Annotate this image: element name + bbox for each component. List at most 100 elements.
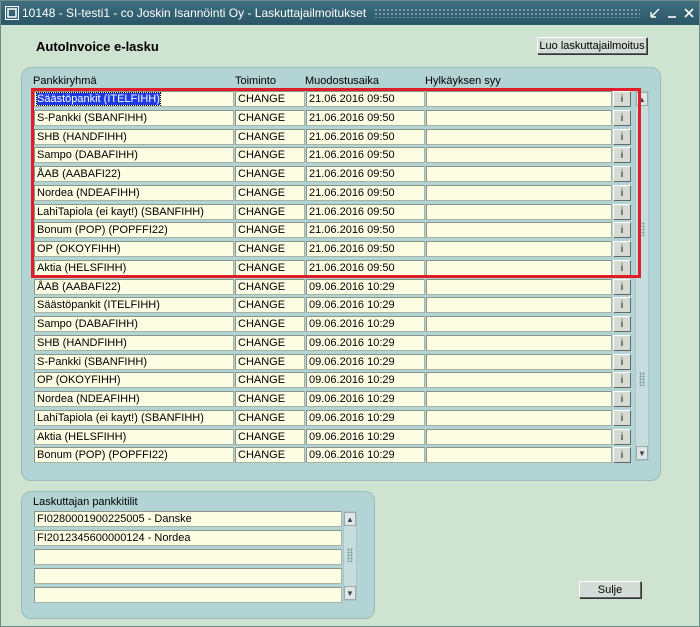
bank-cell[interactable]: ÅAB (AABAFI22) bbox=[34, 166, 234, 182]
info-button[interactable]: i bbox=[613, 429, 631, 445]
info-button[interactable]: i bbox=[613, 129, 631, 145]
account-row[interactable] bbox=[34, 568, 342, 584]
minimize-icon[interactable] bbox=[648, 6, 662, 20]
time-cell[interactable]: 21.06.2016 09:50 bbox=[306, 110, 425, 126]
time-cell[interactable]: 21.06.2016 09:50 bbox=[306, 204, 425, 220]
bank-cell[interactable]: ÅAB (AABAFI22) bbox=[34, 279, 234, 295]
time-cell[interactable]: 09.06.2016 10:29 bbox=[306, 447, 425, 463]
close-button[interactable]: Sulje bbox=[579, 581, 641, 598]
time-cell[interactable]: 21.06.2016 09:50 bbox=[306, 260, 425, 276]
info-button[interactable]: i bbox=[613, 241, 631, 257]
bank-cell[interactable]: OP (OKOYFIHH) bbox=[34, 241, 234, 257]
accounts-scroll-up-icon[interactable]: ▲ bbox=[344, 512, 356, 526]
reason-cell[interactable] bbox=[426, 391, 612, 407]
reason-cell[interactable] bbox=[426, 129, 612, 145]
info-button[interactable]: i bbox=[613, 91, 631, 107]
action-cell[interactable]: CHANGE bbox=[235, 354, 305, 370]
time-cell[interactable]: 21.06.2016 09:50 bbox=[306, 185, 425, 201]
action-cell[interactable]: CHANGE bbox=[235, 372, 305, 388]
info-button[interactable]: i bbox=[613, 410, 631, 426]
action-cell[interactable]: CHANGE bbox=[235, 166, 305, 182]
info-button[interactable]: i bbox=[613, 222, 631, 238]
bank-cell[interactable]: Bonum (POP) (POPFFI22) bbox=[34, 447, 234, 463]
reason-cell[interactable] bbox=[426, 241, 612, 257]
reason-cell[interactable] bbox=[426, 222, 612, 238]
info-button[interactable]: i bbox=[613, 204, 631, 220]
time-cell[interactable]: 09.06.2016 10:29 bbox=[306, 335, 425, 351]
action-cell[interactable]: CHANGE bbox=[235, 147, 305, 163]
accounts-scroll-grip[interactable] bbox=[347, 548, 353, 562]
accounts-scroll-down-icon[interactable]: ▼ bbox=[344, 586, 356, 600]
info-button[interactable]: i bbox=[613, 147, 631, 163]
action-cell[interactable]: CHANGE bbox=[235, 335, 305, 351]
reason-cell[interactable] bbox=[426, 429, 612, 445]
restore-icon[interactable] bbox=[665, 6, 679, 20]
bank-cell[interactable]: OP (OKOYFIHH) bbox=[34, 372, 234, 388]
close-icon[interactable] bbox=[682, 6, 696, 20]
reason-cell[interactable] bbox=[426, 260, 612, 276]
info-button[interactable]: i bbox=[613, 316, 631, 332]
action-cell[interactable]: CHANGE bbox=[235, 260, 305, 276]
time-cell[interactable]: 21.06.2016 09:50 bbox=[306, 129, 425, 145]
info-button[interactable]: i bbox=[613, 297, 631, 313]
time-cell[interactable]: 09.06.2016 10:29 bbox=[306, 354, 425, 370]
time-cell[interactable]: 21.06.2016 09:50 bbox=[306, 147, 425, 163]
bank-cell[interactable]: LahiTapiola (ei kayt!) (SBANFIHH) bbox=[34, 204, 234, 220]
reason-cell[interactable] bbox=[426, 297, 612, 313]
reason-cell[interactable] bbox=[426, 110, 612, 126]
bank-cell[interactable]: Aktia (HELSFIHH) bbox=[34, 429, 234, 445]
action-cell[interactable]: CHANGE bbox=[235, 316, 305, 332]
reason-cell[interactable] bbox=[426, 354, 612, 370]
time-cell[interactable]: 09.06.2016 10:29 bbox=[306, 279, 425, 295]
action-cell[interactable]: CHANGE bbox=[235, 297, 305, 313]
reason-cell[interactable] bbox=[426, 372, 612, 388]
bank-cell[interactable]: LahiTapiola (ei kayt!) (SBANFIHH) bbox=[34, 410, 234, 426]
bank-cell[interactable]: Sampo (DABAFIHH) bbox=[34, 316, 234, 332]
reason-cell[interactable] bbox=[426, 410, 612, 426]
action-cell[interactable]: CHANGE bbox=[235, 204, 305, 220]
action-cell[interactable]: CHANGE bbox=[235, 447, 305, 463]
reason-cell[interactable] bbox=[426, 447, 612, 463]
time-cell[interactable]: 21.06.2016 09:50 bbox=[306, 166, 425, 182]
bank-cell[interactable]: Sampo (DABAFIHH) bbox=[34, 147, 234, 163]
time-cell[interactable]: 09.06.2016 10:29 bbox=[306, 429, 425, 445]
scroll-down-icon[interactable]: ▼ bbox=[636, 446, 648, 460]
info-button[interactable]: i bbox=[613, 166, 631, 182]
time-cell[interactable]: 09.06.2016 10:29 bbox=[306, 410, 425, 426]
time-cell[interactable]: 21.06.2016 09:50 bbox=[306, 91, 425, 107]
reason-cell[interactable] bbox=[426, 279, 612, 295]
reason-cell[interactable] bbox=[426, 185, 612, 201]
info-button[interactable]: i bbox=[613, 185, 631, 201]
account-row[interactable]: FI2012345600000124 - Nordea bbox=[34, 530, 342, 546]
action-cell[interactable]: CHANGE bbox=[235, 129, 305, 145]
reason-cell[interactable] bbox=[426, 335, 612, 351]
bank-cell[interactable]: Nordea (NDEAFIHH) bbox=[34, 391, 234, 407]
bank-cell[interactable]: Säästöpankit (ITELFIHH) bbox=[34, 91, 234, 107]
info-button[interactable]: i bbox=[613, 372, 631, 388]
account-row[interactable]: FI0280001900225005 - Danske bbox=[34, 511, 342, 527]
action-cell[interactable]: CHANGE bbox=[235, 279, 305, 295]
title-bar[interactable]: 10148 - SI-testi1 - co Joskin Isannöinti… bbox=[1, 1, 699, 25]
reason-cell[interactable] bbox=[426, 166, 612, 182]
action-cell[interactable]: CHANGE bbox=[235, 410, 305, 426]
action-cell[interactable]: CHANGE bbox=[235, 110, 305, 126]
reason-cell[interactable] bbox=[426, 147, 612, 163]
bank-cell[interactable]: Säästöpankit (ITELFIHH) bbox=[34, 297, 234, 313]
bank-cell[interactable]: Bonum (POP) (POPFFI22) bbox=[34, 222, 234, 238]
scroll-grip[interactable] bbox=[639, 222, 645, 236]
bank-cell[interactable]: S-Pankki (SBANFIHH) bbox=[34, 110, 234, 126]
time-cell[interactable]: 09.06.2016 10:29 bbox=[306, 297, 425, 313]
action-cell[interactable]: CHANGE bbox=[235, 429, 305, 445]
info-button[interactable]: i bbox=[613, 279, 631, 295]
account-row[interactable] bbox=[34, 587, 342, 603]
time-cell[interactable]: 09.06.2016 10:29 bbox=[306, 391, 425, 407]
info-button[interactable]: i bbox=[613, 260, 631, 276]
table-scrollbar[interactable]: ▲ ▼ bbox=[635, 91, 649, 461]
bank-cell[interactable]: S-Pankki (SBANFIHH) bbox=[34, 354, 234, 370]
action-cell[interactable]: CHANGE bbox=[235, 222, 305, 238]
time-cell[interactable]: 09.06.2016 10:29 bbox=[306, 372, 425, 388]
action-cell[interactable]: CHANGE bbox=[235, 185, 305, 201]
time-cell[interactable]: 21.06.2016 09:50 bbox=[306, 222, 425, 238]
action-cell[interactable]: CHANGE bbox=[235, 91, 305, 107]
info-button[interactable]: i bbox=[613, 447, 631, 463]
